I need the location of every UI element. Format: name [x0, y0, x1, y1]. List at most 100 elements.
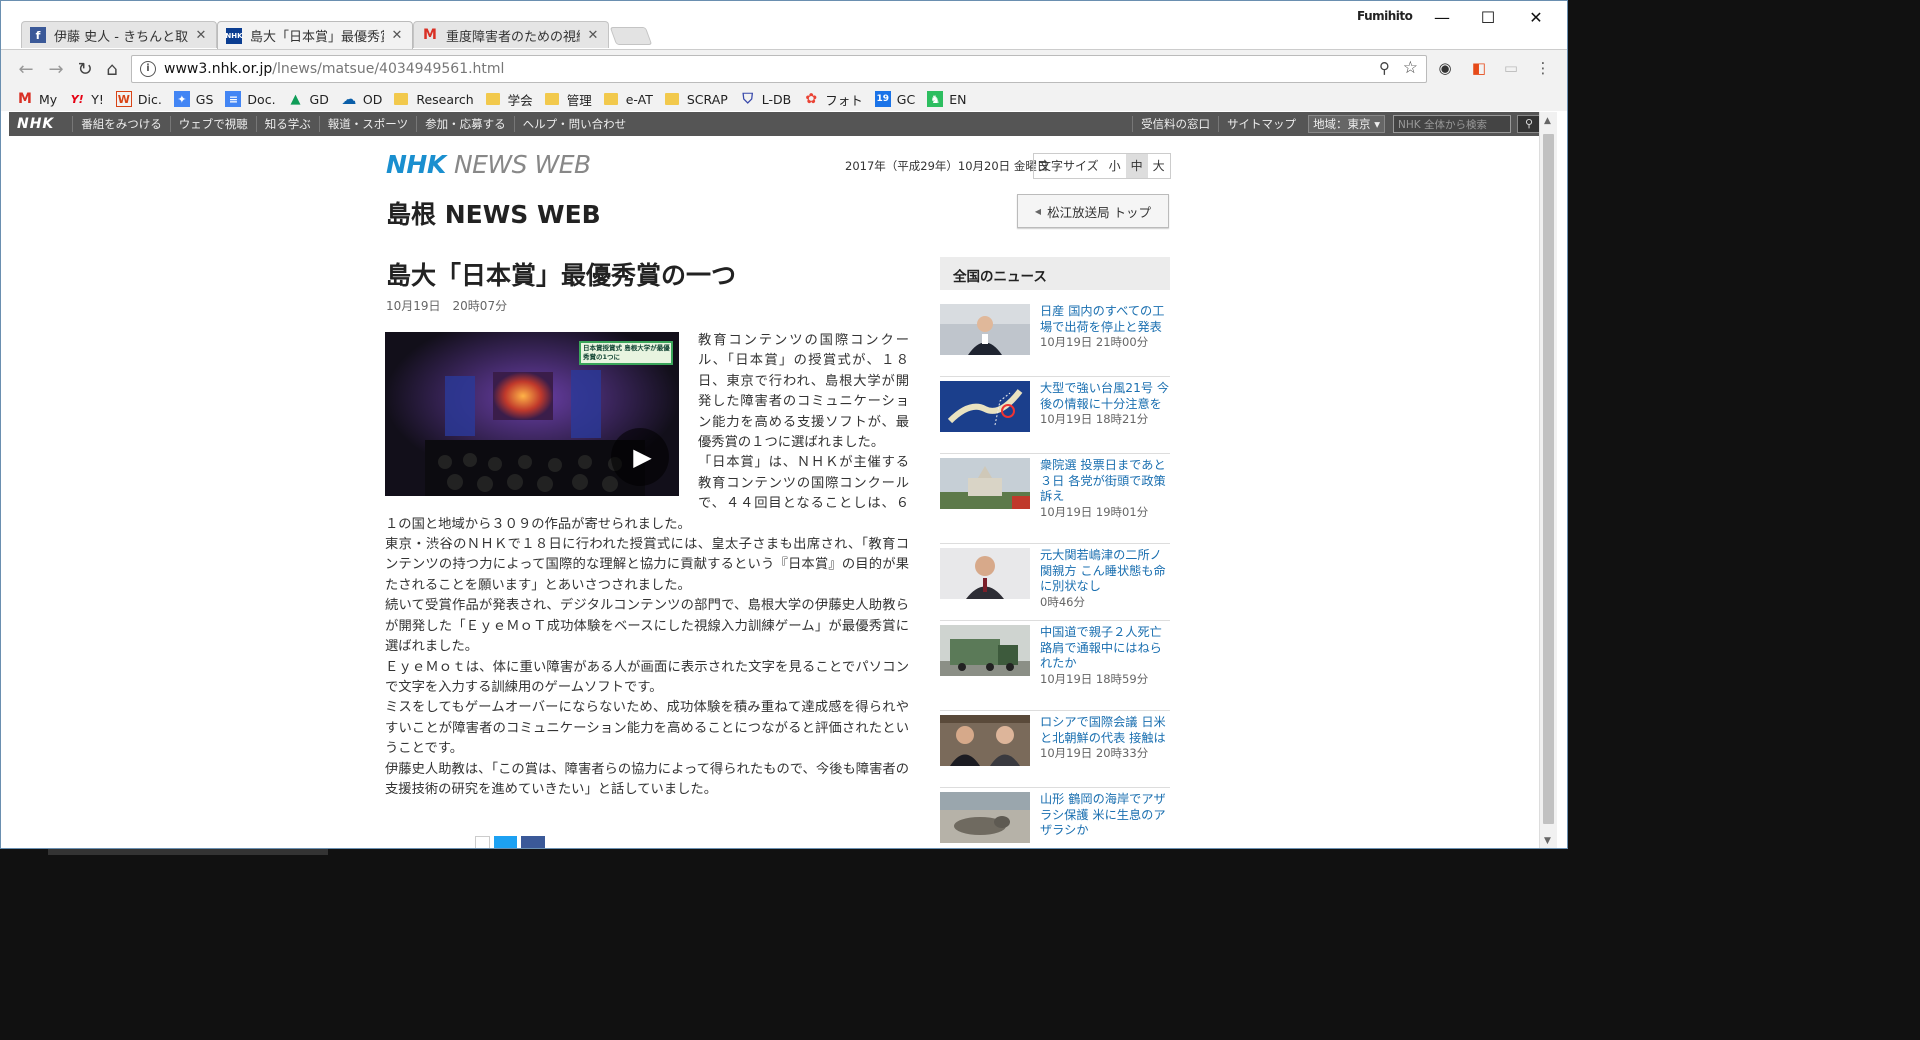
facebook-icon[interactable] — [521, 836, 546, 848]
news-title: 中国道で親子２人死亡 路肩で通報中にはねられたか — [1040, 625, 1162, 670]
address-bar[interactable]: i www3.nhk.or.jp/lnews/matsue/4034949561… — [131, 55, 1427, 83]
nav-item[interactable]: 知る学ぶ — [255, 116, 319, 132]
font-size-medium[interactable]: 中 — [1125, 154, 1148, 178]
nav-item[interactable]: 参加・応募する — [416, 116, 514, 132]
nhk-news-web-logo[interactable]: NHK NEWS WEB — [386, 150, 591, 179]
news-time: 10月19日 19時01分 — [1040, 504, 1149, 519]
news-thumbnail — [940, 381, 1030, 432]
news-time: 10月19日 20時33分 — [1040, 746, 1149, 760]
news-time: 0時46分 — [1040, 594, 1085, 609]
close-window-button[interactable]: ✕ — [1513, 5, 1559, 29]
nav-item-sitemap[interactable]: サイトマップ — [1218, 116, 1304, 132]
nav-item[interactable]: ヘルプ・問い合わせ — [513, 116, 635, 132]
search-icon[interactable]: ⚲ — [1517, 115, 1541, 133]
bookmark-od[interactable]: ☁ OD — [341, 90, 382, 108]
article-paragraph: 東京・渋谷のＮＨＫで１８日に行われた授賞式には、皇太子さまも出席され、「教育コン… — [385, 537, 909, 593]
site-search-input[interactable]: NHK 全体から検索 — [1393, 115, 1511, 133]
reload-button[interactable]: ↻ — [74, 58, 96, 80]
zoom-search-icon[interactable]: ⚲ — [1379, 59, 1390, 77]
news-item[interactable]: 山形 鶴岡の海岸でアザラシ保護 米に生息のアザラシか — [940, 788, 1170, 848]
bookmark-photo[interactable]: ✿ フォト — [803, 90, 862, 109]
bookmark-folder-eat[interactable]: e-AT — [603, 92, 653, 107]
minimize-button[interactable]: — — [1419, 5, 1465, 29]
article-paragraph: 伊藤史人助教は、「この賞は、障害者らの協力によって得られたもので、今後も障害者の… — [385, 761, 909, 797]
close-tab-icon[interactable]: ✕ — [586, 28, 600, 43]
back-button[interactable]: ← — [15, 58, 37, 80]
news-item[interactable]: 日産 国内のすべての工場で出荷を停止と発表 10月19日 21時00分 — [940, 300, 1170, 377]
news-item[interactable]: ロシアで国際会議 日米と北朝鮮の代表 接触は 10月19日 20時33分 — [940, 711, 1170, 788]
shield-icon: ⛉ — [742, 91, 754, 107]
home-button[interactable]: ⌂ — [101, 58, 123, 80]
facebook-icon: f — [30, 27, 46, 43]
weblio-icon: W — [115, 91, 132, 107]
menu-icon[interactable]: ⋮ — [1533, 58, 1553, 78]
news-item[interactable]: 衆院選 投票日まであと３日 各党が街頭で政策訴え 10月19日 19時01分 — [940, 454, 1170, 544]
bookmark-folder-scrap[interactable]: SCRAP — [664, 92, 728, 107]
toolbar: ← → ↻ ⌂ i www3.nhk.or.jp/lnews/matsue/40… — [1, 49, 1567, 87]
google-photos-icon: ✿ — [805, 91, 818, 107]
bookmark-yahoo[interactable]: Y! Y! — [69, 91, 104, 107]
close-tab-icon[interactable]: ✕ — [390, 28, 404, 43]
tab-gmail[interactable]: M 重度障害者のための視線入 ✕ — [413, 21, 609, 48]
bookmark-folder-research[interactable]: Research — [394, 92, 474, 107]
news-item[interactable]: 元大関若嶋津の二所ノ関親方 こん睡状態も命に別状なし 0時46分 — [940, 544, 1170, 621]
article-paragraph: ＥｙｅＭｏｔは、体に重い障害がある人が画面に表示された文字を見ることでパソコンで… — [385, 659, 909, 695]
office-icon[interactable]: ◧ — [1469, 58, 1489, 78]
forward-button[interactable]: → — [45, 58, 67, 80]
font-size-label: 文字サイズ — [1039, 159, 1099, 173]
folder-icon — [544, 93, 559, 105]
tab-facebook[interactable]: f 伊藤 史人 - きちんと取材す ✕ — [21, 21, 217, 48]
bookmark-doc[interactable]: ≡ Doc. — [225, 91, 276, 107]
folder-icon — [664, 93, 679, 105]
new-tab-button[interactable] — [609, 27, 653, 45]
font-size-small[interactable]: 小 — [1104, 154, 1126, 178]
share-icon[interactable] — [475, 836, 490, 848]
triangle-left-icon: ◀ — [1034, 206, 1042, 216]
bookmark-folder-gakkai[interactable]: 学会 — [485, 90, 533, 109]
google-docs-icon: ≡ — [225, 91, 242, 107]
gmail-icon: M — [18, 91, 32, 107]
nav-item-receiving-fee[interactable]: 受信料の窓口 — [1132, 116, 1218, 132]
article-time: 10月19日 20時07分 — [386, 299, 508, 313]
profile-name[interactable]: Fumihito — [1357, 9, 1413, 23]
twitter-icon[interactable] — [493, 836, 518, 848]
news-item[interactable]: 中国道で親子２人死亡 路肩で通報中にはねられたか 10月19日 18時59分 — [940, 621, 1170, 711]
bookmark-my[interactable]: M My — [17, 91, 57, 107]
nav-item[interactable]: 報道・スポーツ — [318, 116, 416, 132]
extension-globe-icon[interactable]: ◉ — [1435, 58, 1455, 78]
bookmark-gd[interactable]: ▲ GD — [288, 91, 329, 107]
bookmark-gc[interactable]: 19 GC — [874, 91, 915, 107]
extension-icon[interactable]: ▭ — [1501, 58, 1521, 78]
font-size-large[interactable]: 大 — [1148, 154, 1170, 178]
tab-title: 島大「日本賞」最優秀賞の — [250, 30, 384, 45]
bookmark-dic[interactable]: W Dic. — [115, 91, 162, 107]
nav-item[interactable]: ウェブで視聴 — [169, 116, 256, 132]
tab-nhk[interactable]: NHK 島大「日本賞」最優秀賞の ✕ — [217, 21, 413, 49]
url-path: /lnews/matsue/4034949561.html — [272, 61, 505, 77]
page-scrollbar[interactable]: ▲ ▼ — [1539, 112, 1557, 848]
national-news-heading: 全国のニュース — [940, 257, 1170, 290]
bookmark-star-icon[interactable]: ☆ — [1403, 58, 1418, 78]
close-tab-icon[interactable]: ✕ — [194, 28, 208, 43]
folder-icon — [394, 93, 409, 105]
maximize-button[interactable]: ☐ — [1465, 5, 1511, 29]
scroll-up-icon[interactable]: ▲ — [1544, 116, 1551, 126]
region-title: 島根 NEWS WEB — [386, 200, 601, 229]
nav-item[interactable]: 番組をみつける — [72, 116, 170, 132]
area-select[interactable]: 地域：東京 ▾ — [1308, 115, 1385, 133]
bookmark-ldb[interactable]: ⛉ L-DB — [740, 91, 792, 107]
scrollbar-thumb[interactable] — [1543, 134, 1554, 824]
scroll-down-icon[interactable]: ▼ — [1544, 836, 1551, 846]
web-page: NHK 番組をみつける ウェブで視聴 知る学ぶ 報道・スポーツ 参加・応募する … — [9, 112, 1547, 848]
news-title: 衆院選 投票日まであと３日 各党が街頭で政策訴え — [1040, 458, 1166, 503]
nhk-logo[interactable]: NHK — [9, 116, 72, 132]
bookmark-en[interactable]: ♞ EN — [927, 91, 966, 107]
news-item[interactable]: 大型で強い台風21号 今後の情報に十分注意を 10月19日 18時21分 — [940, 377, 1170, 454]
bookmark-gs[interactable]: ✦ GS — [173, 91, 213, 107]
info-icon[interactable]: i — [140, 61, 156, 77]
font-size-control: 文字サイズ 小 中 大 — [1033, 153, 1171, 179]
browser-window: f 伊藤 史人 - きちんと取材す ✕ NHK 島大「日本賞」最優秀賞の ✕ M… — [0, 0, 1568, 849]
station-top-button[interactable]: ◀ 松江放送局 トップ — [1017, 194, 1169, 228]
tab-bar: f 伊藤 史人 - きちんと取材す ✕ NHK 島大「日本賞」最優秀賞の ✕ M… — [1, 1, 1567, 49]
bookmark-folder-kanri[interactable]: 管理 — [544, 90, 592, 109]
